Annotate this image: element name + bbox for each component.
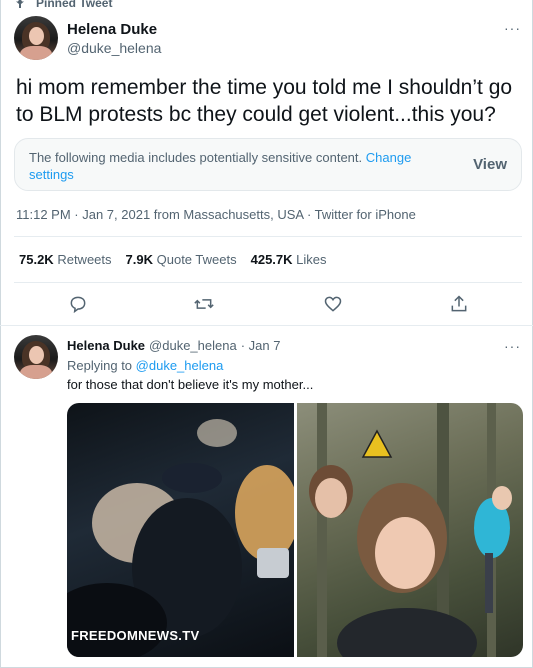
reply-avatar[interactable] bbox=[14, 335, 58, 379]
replying-to: Replying to @duke_helena bbox=[67, 358, 224, 373]
retweet-icon[interactable] bbox=[192, 292, 216, 316]
media-grid[interactable]: FREEDOMNEWS.TV bbox=[67, 403, 523, 657]
reply-header: Helena Duke @duke_helena · Jan 7 bbox=[67, 338, 280, 353]
reply-icon[interactable] bbox=[66, 292, 90, 316]
retweets-stat[interactable]: 75.2K Retweets bbox=[19, 252, 112, 267]
share-icon[interactable] bbox=[447, 292, 471, 316]
author-name[interactable]: Helena Duke bbox=[67, 21, 157, 39]
tweet-timestamp[interactable]: 11:12 PM · Jan 7, 2021 from Massachusett… bbox=[16, 207, 416, 222]
sensitive-media-notice: The following media includes potentially… bbox=[14, 138, 522, 191]
reply-date[interactable]: · Jan 7 bbox=[241, 338, 281, 353]
view-button[interactable]: View bbox=[473, 156, 507, 173]
quote-tweets-stat[interactable]: 7.9K Quote Tweets bbox=[126, 252, 237, 267]
reply-author-name[interactable]: Helena Duke bbox=[67, 338, 145, 353]
media-photo-left[interactable]: FREEDOMNEWS.TV bbox=[67, 403, 299, 657]
pinned-label: Pinned Tweet bbox=[14, 0, 112, 10]
engagement-stats: 75.2K Retweets 7.9K Quote Tweets 425.7K … bbox=[19, 252, 327, 267]
reply-author-handle[interactable]: @duke_helena bbox=[149, 338, 237, 353]
more-icon[interactable]: ··· bbox=[504, 20, 521, 36]
action-bar bbox=[0, 292, 533, 316]
media-photo-right[interactable] bbox=[297, 403, 523, 657]
more-icon[interactable]: ··· bbox=[504, 338, 521, 354]
avatar[interactable] bbox=[14, 16, 58, 60]
author-handle[interactable]: @duke_helena bbox=[67, 40, 161, 58]
like-icon[interactable] bbox=[321, 292, 345, 316]
replying-to-link[interactable]: @duke_helena bbox=[136, 358, 224, 373]
divider bbox=[0, 325, 533, 326]
tweet-text: hi mom remember the time you told me I s… bbox=[16, 76, 513, 126]
media-watermark: FREEDOMNEWS.TV bbox=[71, 628, 200, 643]
sensitive-notice-text: The following media includes potentially… bbox=[29, 150, 363, 165]
reply-text: for those that don't believe it's my mot… bbox=[67, 377, 314, 392]
divider bbox=[14, 236, 522, 237]
warning-sign-icon bbox=[361, 429, 393, 458]
pin-icon bbox=[16, 0, 24, 8]
divider bbox=[14, 282, 522, 283]
likes-stat[interactable]: 425.7K Likes bbox=[251, 252, 327, 267]
